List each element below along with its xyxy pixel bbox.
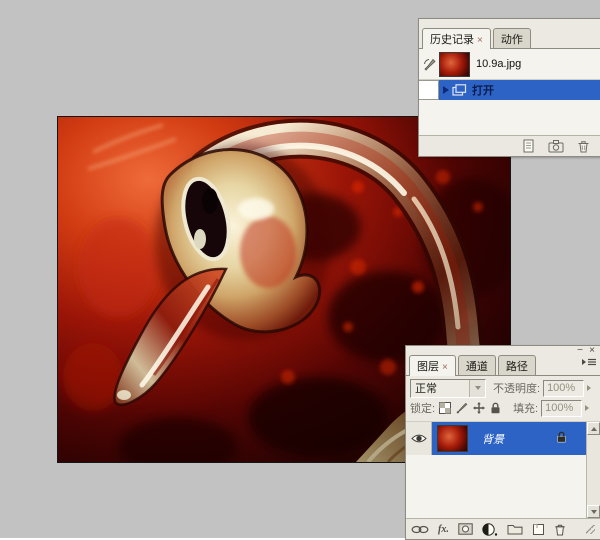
fill-field[interactable]: 100% [541,400,582,417]
history-tabs: 历史记录× 动作 [419,29,600,49]
tab-channels[interactable]: 通道 [458,355,496,375]
history-source-checkbox[interactable] [419,80,439,100]
tab-close-icon[interactable]: × [442,362,448,373]
opacity-label: 不透明度: [493,380,540,396]
history-state-name: 打开 [472,82,494,98]
history-state-row[interactable]: 打开 [419,80,600,100]
new-document-from-state-icon[interactable] [522,139,535,153]
history-empty-area [419,100,600,135]
layer-row-background[interactable]: 背景 [406,422,586,455]
new-layer-icon[interactable] [532,523,545,536]
layer-selected-area[interactable]: 背景 [432,422,586,455]
lock-transparency-icon[interactable] [439,402,451,414]
visibility-cell[interactable] [406,422,432,455]
layer-locked-icon [556,430,567,448]
history-state-selected[interactable]: 打开 [439,80,600,100]
tab-paths-label: 路径 [506,361,528,373]
layers-footer: fx. [406,518,600,539]
eye-icon [411,433,427,444]
new-group-icon[interactable] [507,523,523,535]
lock-position-icon[interactable] [473,402,485,414]
tab-close-icon[interactable]: × [477,35,483,46]
new-adjustment-layer-icon[interactable] [482,523,498,536]
tab-channels-label: 通道 [466,361,488,373]
blend-mode-value: 正常 [411,380,437,396]
lock-buttons [439,402,501,414]
delete-layer-icon[interactable] [554,523,566,536]
layer-controls: 正常 不透明度: 100% 锁定: [406,376,600,422]
open-state-icon [452,84,467,96]
scroll-up-icon[interactable] [587,422,600,435]
opacity-arrow-icon[interactable] [587,385,591,391]
history-brush-source-icon[interactable] [419,58,439,71]
history-snapshot-row[interactable]: 10.9a.jpg [419,49,600,80]
layer-name: 背景 [482,431,504,447]
lock-label: 锁定: [410,400,435,416]
history-list: 10.9a.jpg 打开 [419,49,600,135]
lock-all-icon[interactable] [490,402,501,414]
tab-history-label: 历史记录 [430,34,474,46]
fill-label: 填充: [513,400,538,416]
tab-layers-label: 图层 [417,361,439,373]
new-snapshot-icon[interactable] [548,139,564,153]
layers-palette: − × 图层× 通道 路径 正常 不透明度: 100% 锁定: [405,345,600,540]
layers-tabs: 图层× 通道 路径 [406,356,600,376]
layer-list-scrollbar[interactable] [586,422,600,518]
add-layer-mask-icon[interactable] [458,523,473,535]
layer-list: 背景 [406,422,600,518]
photoshop-workspace: 历史记录× 动作 10.9a.jpg 打开 [0,0,600,538]
history-footer [419,135,600,156]
tab-paths[interactable]: 路径 [498,355,536,375]
history-palette: 历史记录× 动作 10.9a.jpg 打开 [418,18,600,157]
panel-menu-icon[interactable] [581,354,597,372]
delete-state-icon[interactable] [577,139,590,153]
opacity-field[interactable]: 100% [543,380,584,397]
tab-actions-label: 动作 [501,34,523,46]
resize-grip[interactable] [586,525,595,534]
tab-layers[interactable]: 图层× [409,355,456,376]
chevron-down-icon[interactable] [469,380,485,397]
state-triangle-icon [443,86,449,94]
tab-history[interactable]: 历史记录× [422,28,491,49]
scroll-down-icon[interactable] [587,505,600,518]
tab-actions[interactable]: 动作 [493,28,531,48]
link-layers-icon[interactable] [411,524,429,535]
snapshot-thumbnail[interactable] [439,52,470,77]
fill-arrow-icon[interactable] [585,405,589,411]
blend-mode-select[interactable]: 正常 [410,379,486,398]
lock-paint-icon[interactable] [456,402,468,414]
layer-thumbnail[interactable] [437,425,468,452]
snapshot-name: 10.9a.jpg [476,58,521,70]
layer-style-icon[interactable]: fx. [438,524,449,535]
